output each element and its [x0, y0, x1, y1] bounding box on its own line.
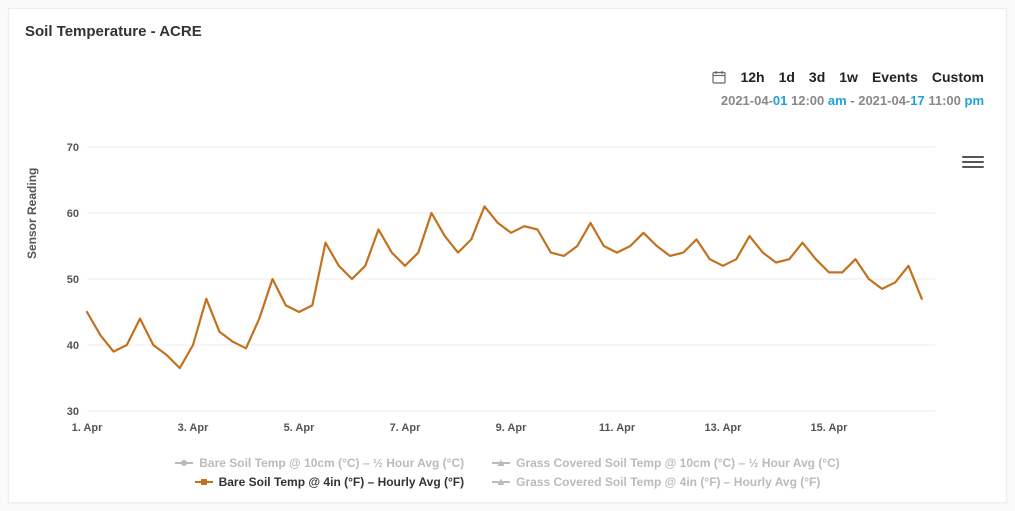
x-tick-label: 15. Apr [811, 422, 849, 434]
legend-swatch-icon [195, 477, 213, 487]
range-button-custom[interactable]: Custom [932, 69, 984, 85]
chart-legend: Bare Soil Temp @ 10cm (°C) – ½ Hour Avg … [9, 454, 1006, 492]
date-from-ampm[interactable]: am [828, 93, 847, 108]
y-tick-label: 40 [67, 340, 79, 352]
chart-menu-button[interactable] [962, 151, 984, 173]
date-from-day[interactable]: 01 [773, 93, 787, 108]
date-to-min: 00 [946, 93, 964, 108]
legend-item[interactable]: Bare Soil Temp @ 4in (°F) – Hourly Avg (… [195, 473, 465, 492]
date-range-display: 2021-04-01 12:00 am - 2021-04-17 11:00 p… [712, 93, 984, 108]
page-title: Soil Temperature - ACRE [25, 23, 992, 40]
range-button-3d[interactable]: 3d [809, 69, 825, 85]
range-button-12h[interactable]: 12h [740, 69, 764, 85]
date-from-min: 00 [810, 93, 828, 108]
date-to-day[interactable]: 17 [910, 93, 924, 108]
x-tick-label: 5. Apr [284, 422, 315, 434]
series-line [87, 206, 922, 368]
x-tick-label: 3. Apr [178, 422, 209, 434]
legend-swatch-icon [492, 458, 510, 468]
date-to-prefix: 2021-04- [858, 93, 910, 108]
date-to-hour-sep: 11: [925, 93, 947, 108]
legend-swatch-icon [492, 477, 510, 487]
legend-item[interactable]: Bare Soil Temp @ 10cm (°C) – ½ Hour Avg … [175, 454, 464, 473]
range-button-1w[interactable]: 1w [839, 69, 858, 85]
date-from-hour-sep: 12: [787, 93, 809, 108]
y-axis-label: Sensor Reading [25, 168, 39, 259]
range-button-group: 12h 1d 3d 1w Events Custom [712, 69, 984, 85]
legend-label: Grass Covered Soil Temp @ 10cm (°C) – ½ … [516, 454, 840, 473]
legend-label: Bare Soil Temp @ 4in (°F) – Hourly Avg (… [219, 473, 465, 492]
legend-item[interactable]: Grass Covered Soil Temp @ 10cm (°C) – ½ … [492, 454, 840, 473]
chart-card: Soil Temperature - ACRE 12h 1d 3d 1w Events C… [8, 8, 1007, 503]
range-button-events[interactable]: Events [872, 69, 918, 85]
legend-label: Grass Covered Soil Temp @ 4in (°F) – Hou… [516, 473, 820, 492]
y-tick-label: 70 [67, 142, 79, 154]
date-separator: - [847, 93, 859, 108]
y-tick-label: 50 [67, 274, 79, 286]
x-tick-label: 1. Apr [72, 422, 103, 434]
calendar-icon[interactable] [712, 70, 726, 84]
x-tick-label: 9. Apr [496, 422, 527, 434]
time-range-controls: 12h1d3d1wEventsCustom 2021-04-01 12:00 a… [712, 69, 984, 108]
x-tick-label: 11. Apr [599, 422, 636, 434]
y-tick-label: 60 [67, 208, 79, 220]
range-button-1d[interactable]: 1d [779, 69, 795, 85]
date-from-prefix: 2021-04- [721, 93, 773, 108]
legend-item[interactable]: Grass Covered Soil Temp @ 4in (°F) – Hou… [492, 473, 820, 492]
legend-swatch-icon [175, 458, 193, 468]
chart-svg: 30 40 50 60 70 1. Apr 3. Apr 5. Apr 7. Apr 9. Apr… [45, 139, 965, 439]
date-to-ampm[interactable]: pm [965, 93, 985, 108]
y-tick-label: 30 [67, 406, 79, 418]
legend-label: Bare Soil Temp @ 10cm (°C) – ½ Hour Avg … [199, 454, 464, 473]
x-tick-label: 7. Apr [390, 422, 421, 434]
x-tick-label: 13. Apr [705, 422, 743, 434]
chart-plot-area: 30 40 50 60 70 1. Apr 3. Apr 5. Apr 7. Apr 9. Apr… [45, 139, 965, 439]
